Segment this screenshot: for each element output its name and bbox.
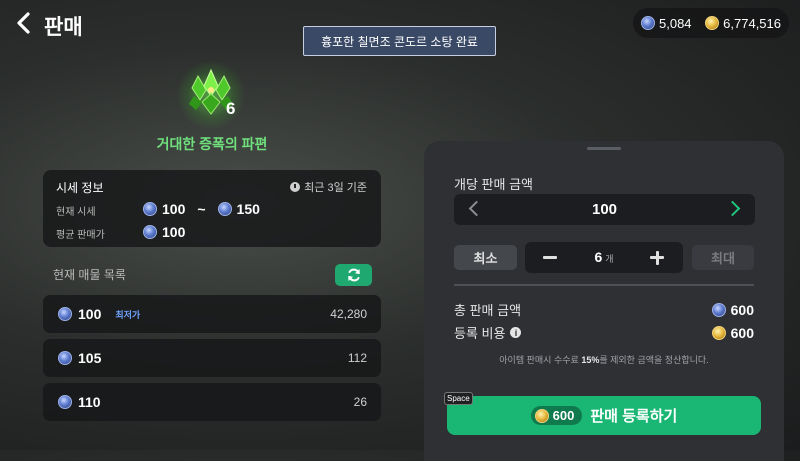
unit-price-label: 개당 판매 금액 bbox=[454, 177, 533, 192]
listing-row[interactable]: 100 최저가 42,280 bbox=[43, 295, 381, 333]
register-sale-button[interactable]: 600 판매 등록하기 bbox=[447, 396, 761, 435]
page-title: 판매 bbox=[44, 16, 83, 39]
item-count: 6 bbox=[226, 99, 236, 118]
current-max: 150 bbox=[236, 201, 260, 217]
basis-text: 최근 3일 기준 bbox=[304, 182, 367, 194]
listing-price: 105 bbox=[58, 350, 101, 366]
listing-price-value: 100 bbox=[78, 306, 102, 322]
current-price-range: 100 ~ 150 bbox=[143, 201, 260, 217]
quantity-value: 6 bbox=[594, 249, 603, 265]
item-name: 거대한 증폭의 파편 bbox=[156, 136, 268, 152]
listing-price: 100 최저가 bbox=[58, 306, 140, 322]
market-info-title: 시세 정보 bbox=[56, 181, 104, 195]
range-separator: ~ bbox=[197, 201, 206, 217]
blue-coin-icon bbox=[58, 395, 72, 409]
blue-coin-icon bbox=[143, 225, 157, 239]
gold-coin-icon bbox=[534, 408, 549, 423]
fee-label-group: 등록 비용 i bbox=[454, 323, 522, 342]
blue-coin-icon bbox=[217, 202, 232, 216]
gold-coin-icon bbox=[705, 16, 720, 30]
lowest-price-badge: 최저가 bbox=[115, 309, 141, 320]
listing-quantity: 26 bbox=[353, 395, 367, 409]
gold-coin-icon bbox=[711, 325, 726, 340]
divider bbox=[454, 284, 754, 286]
submit-cost-value: 600 bbox=[552, 408, 575, 423]
space-key-hint: Space bbox=[444, 392, 473, 405]
refresh-button[interactable] bbox=[335, 264, 372, 286]
max-quantity-button[interactable]: 최대 bbox=[692, 245, 754, 270]
blue-coin-icon bbox=[711, 302, 726, 317]
listing-row[interactable]: 105 112 bbox=[43, 339, 381, 377]
submit-cost: 600 bbox=[530, 406, 583, 425]
listings-title: 현재 매물 목록 bbox=[53, 268, 126, 282]
unit-price-selector: 100 bbox=[454, 194, 755, 225]
listing-quantity: 42,280 bbox=[330, 307, 367, 321]
avg-price-label: 평균 판매가 bbox=[56, 230, 105, 241]
fee-label: 등록 비용 bbox=[454, 326, 506, 341]
blue-currency: 5,084 bbox=[641, 16, 692, 31]
notification-toast: 흉포한 칠면조 콘도르 소탕 완료 bbox=[303, 26, 496, 56]
unit-price-value: 100 bbox=[591, 201, 618, 218]
market-info-box: 시세 정보 최근 3일 기준 현재 시세 100 ~ 150 평균 판매가 10… bbox=[43, 170, 381, 247]
gold-currency-amount: 6,774,516 bbox=[723, 15, 781, 31]
clock-icon bbox=[290, 182, 301, 192]
back-arrow-icon[interactable] bbox=[12, 8, 36, 38]
listing-price: 110 bbox=[58, 394, 101, 410]
notice-pre: 아이템 판매시 수수료 bbox=[499, 355, 582, 365]
submit-label: 판매 등록하기 bbox=[590, 408, 678, 425]
current-price-label: 현재 시세 bbox=[56, 207, 96, 218]
total-row: 총 판매 금액 600 bbox=[454, 300, 754, 319]
notice-post: 를 제외한 금액을 정산합니다. bbox=[599, 355, 709, 365]
blue-coin-icon bbox=[58, 307, 72, 321]
listing-row[interactable]: 110 26 bbox=[43, 383, 381, 421]
listing-quantity: 112 bbox=[347, 351, 367, 365]
fee-notice: 아이템 판매시 수수료 15%를 제외한 금액을 정산합니다. bbox=[424, 353, 784, 366]
blue-coin-icon bbox=[641, 16, 655, 30]
min-quantity-button[interactable]: 최소 bbox=[454, 245, 517, 270]
toast-text: 흉포한 칠면조 콘도르 소탕 완료 bbox=[321, 34, 478, 49]
fee-amount: 600 bbox=[711, 324, 754, 341]
info-icon[interactable]: i bbox=[510, 327, 522, 338]
blue-coin-icon bbox=[58, 351, 72, 365]
plus-icon-vertical[interactable] bbox=[655, 250, 659, 265]
quantity-unit: 개 bbox=[605, 254, 614, 264]
quantity-stepper: 6개 bbox=[525, 242, 683, 273]
panel-drag-handle[interactable] bbox=[587, 147, 621, 150]
avg-price: 100 bbox=[143, 224, 185, 240]
blue-coin-icon bbox=[143, 202, 157, 216]
sell-panel: 개당 판매 금액 100 최소 6개 최대 총 판매 금액 600 등록 비용 … bbox=[424, 141, 784, 461]
blue-currency-amount: 5,084 bbox=[659, 15, 692, 31]
listing-price-value: 105 bbox=[78, 350, 102, 366]
total-amount: 600 bbox=[711, 301, 754, 318]
market-info-basis: 최근 3일 기준 bbox=[290, 179, 367, 195]
avg-price-value: 100 bbox=[162, 224, 186, 240]
total-value: 600 bbox=[730, 301, 754, 318]
notice-pct: 15% bbox=[581, 355, 600, 365]
fee-value: 600 bbox=[730, 324, 754, 341]
current-min: 100 bbox=[162, 201, 186, 217]
fee-row: 등록 비용 i 600 bbox=[454, 323, 754, 342]
listing-price-value: 110 bbox=[78, 394, 101, 410]
total-label: 총 판매 금액 bbox=[454, 303, 522, 318]
currency-bar: 5,084 6,774,516 bbox=[633, 8, 789, 38]
gold-currency: 6,774,516 bbox=[705, 16, 781, 31]
refresh-icon bbox=[347, 268, 360, 282]
